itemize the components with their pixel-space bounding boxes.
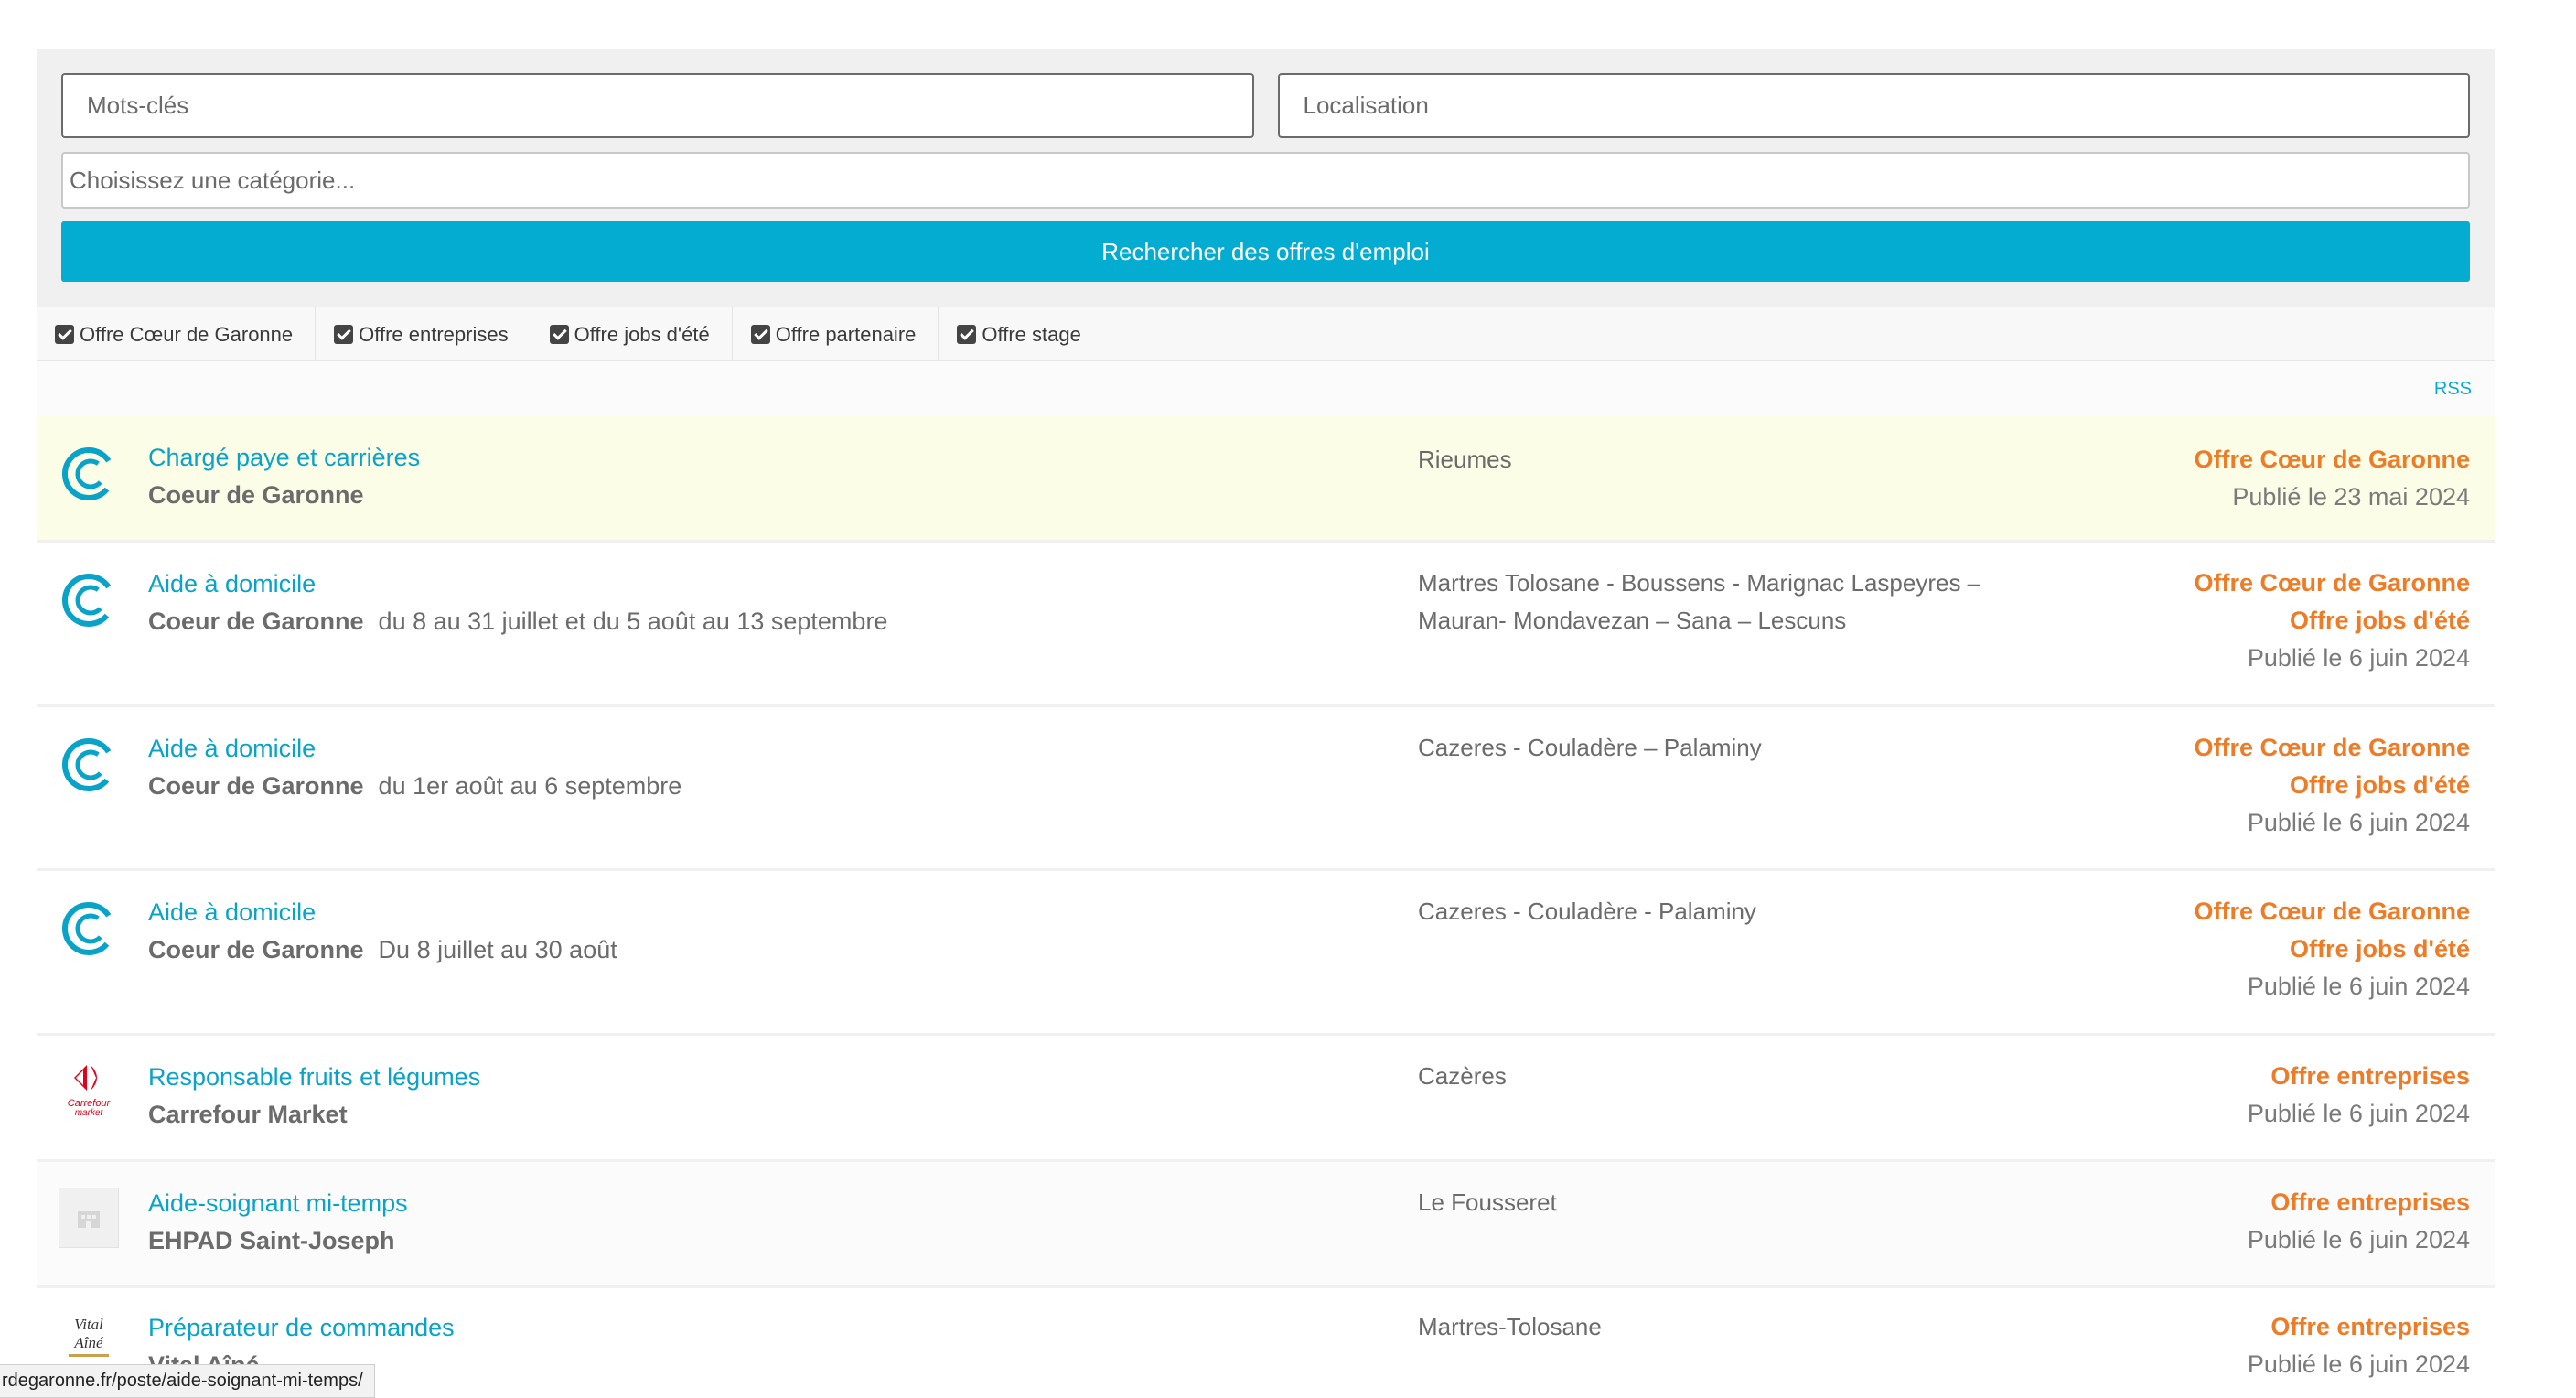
job-meta: Offre Cœur de Garonne Offre jobs d'été P… [2194, 565, 2470, 677]
carrefour-market-logo: Carrefour market [59, 1061, 119, 1122]
job-company: Carrefour Market [148, 1101, 348, 1128]
job-type-label: Offre jobs d'été [2290, 771, 2470, 799]
job-meta: Offre Cœur de Garonne Offre jobs d'été P… [2194, 893, 2470, 1005]
job-meta: Offre entreprises Publié le 6 juin 2024 [2248, 1058, 2470, 1133]
job-type-label: Offre Cœur de Garonne [2194, 898, 2470, 925]
job-location: Le Fousseret [1418, 1188, 1557, 1216]
job-title[interactable]: Aide à domicile [148, 735, 316, 763]
filter-coeur-de-garonne[interactable]: Offre Cœur de Garonne [37, 307, 317, 361]
job-title[interactable]: Aide à domicile [148, 570, 316, 598]
job-location: Cazeres - Couladère - Palaminy [1418, 898, 1756, 925]
job-company: Coeur de Garonne [148, 481, 364, 509]
search-panel: Choisissez une catégorie... Rechercher d… [37, 49, 2496, 307]
filter-partenaire[interactable]: Offre partenaire [733, 307, 939, 361]
job-company: Coeur de Garonne du 1er août au 6 septemb… [148, 772, 682, 800]
checkbox-checked-icon[interactable] [334, 325, 354, 344]
coeur-de-garonne-logo [62, 574, 115, 627]
job-listing[interactable]: Aide à domicile Coeur de Garonne du 8 au … [37, 543, 2496, 707]
job-location: Martres-Tolosane [1418, 1313, 1602, 1340]
checkbox-checked-icon[interactable] [55, 325, 74, 344]
job-location: Cazères [1418, 1062, 1507, 1090]
job-date: Publié le 6 juin 2024 [2247, 973, 2470, 1000]
rss-link[interactable]: RSS [2434, 379, 2472, 400]
job-date: Publié le 23 mai 2024 [2232, 483, 2470, 511]
logo-underline [69, 1354, 109, 1357]
filter-jobs-ete[interactable]: Offre jobs d'été [531, 307, 733, 361]
job-date: Publié le 6 juin 2024 [2247, 1350, 2470, 1378]
job-type-filters: Offre Cœur de Garonne Offre entreprises … [37, 307, 2496, 361]
checkbox-checked-icon[interactable] [957, 325, 977, 344]
job-company: EHPAD Saint-Joseph [148, 1227, 395, 1254]
market-logo-text: market [74, 1108, 103, 1118]
checkbox-checked-icon[interactable] [549, 325, 569, 344]
job-date: Publié le 6 juin 2024 [2247, 1100, 2470, 1127]
checkbox-checked-icon[interactable] [750, 325, 770, 344]
job-type-label: Offre Cœur de Garonne [2194, 569, 2470, 597]
job-title[interactable]: Préparateur de commandes [148, 1314, 455, 1342]
building-icon [78, 1211, 100, 1228]
rss-bar: RSS [37, 361, 2496, 416]
job-listing[interactable]: Vital Aîné Préparateur de commandes Vita… [37, 1288, 2496, 1398]
job-date: Publié le 6 juin 2024 [2247, 809, 2470, 836]
job-board: Choisissez une catégorie... Rechercher d… [37, 49, 2496, 1398]
search-jobs-button[interactable]: Rechercher des offres d'emploi [61, 221, 2470, 282]
job-company: Coeur de Garonne du 8 au 31 juillet et du… [148, 608, 888, 635]
job-location: Rieumes [1418, 446, 1512, 473]
job-date: Publié le 6 juin 2024 [2247, 1226, 2470, 1253]
job-title[interactable]: Responsable fruits et légumes [148, 1063, 480, 1092]
category-select[interactable]: Choisissez une catégorie... [61, 152, 2470, 209]
job-meta: Offre entreprises Publié le 6 juin 2024 [2248, 1184, 2470, 1259]
job-type-label: Offre entreprises [2270, 1188, 2470, 1216]
job-title[interactable]: Aide-soignant mi-temps [148, 1189, 408, 1218]
job-type-label: Offre jobs d'été [2290, 935, 2470, 962]
coeur-de-garonne-logo [62, 447, 115, 500]
job-meta: Offre Cœur de Garonne Publié le 23 mai 2… [2194, 441, 2470, 516]
filter-stage[interactable]: Offre stage [939, 307, 1102, 361]
job-meta: Offre Cœur de Garonne Offre jobs d'été P… [2194, 729, 2470, 842]
filter-entreprises[interactable]: Offre entreprises [316, 307, 531, 361]
job-period: du 8 au 31 juillet et du 5 août au 13 se… [378, 608, 888, 635]
job-title[interactable]: Aide à domicile [148, 898, 316, 927]
job-type-label: Offre entreprises [2270, 1062, 2470, 1090]
job-location: Cazeres - Couladère – Palaminy [1418, 734, 1762, 761]
job-listing[interactable]: Chargé paye et carrières Coeur de Garonn… [37, 416, 2496, 543]
job-listing[interactable]: Aide à domicile Coeur de Garonne du 1er a… [37, 707, 2496, 871]
job-type-label: Offre Cœur de Garonne [2194, 734, 2470, 761]
job-period: du 1er août au 6 septembre [378, 772, 682, 800]
job-type-label: Offre entreprises [2270, 1313, 2470, 1340]
job-listing[interactable]: Carrefour market Responsable fruits et l… [37, 1036, 2496, 1162]
keywords-input[interactable] [61, 73, 1254, 138]
job-listing[interactable]: Aide à domicile Coeur de Garonne Du 8 jui… [37, 871, 2496, 1036]
job-type-label: Offre jobs d'été [2290, 607, 2470, 634]
coeur-de-garonne-logo [62, 902, 115, 955]
job-title[interactable]: Chargé paye et carrières [148, 444, 420, 472]
location-input[interactable] [1277, 73, 2470, 138]
browser-status-bar: rdegaronne.fr/poste/aide-soignant-mi-tem… [0, 1364, 375, 1398]
job-meta: Offre entreprises Publié le 6 juin 2024 [2248, 1308, 2470, 1383]
job-type-label: Offre Cœur de Garonne [2194, 446, 2470, 473]
job-date: Publié le 6 juin 2024 [2247, 644, 2470, 672]
carrefour-icon [74, 1065, 97, 1091]
job-company: Coeur de Garonne Du 8 juillet au 30 août [148, 936, 617, 963]
job-location: Martres Tolosane - Boussens - Marignac L… [1418, 569, 1981, 634]
coeur-de-garonne-logo [62, 738, 115, 791]
job-listing[interactable]: Aide-soignant mi-temps EHPAD Saint-Josep… [37, 1162, 2496, 1288]
placeholder-logo [59, 1188, 119, 1248]
job-period: Du 8 juillet au 30 août [378, 936, 617, 963]
vital-logo-text: Vital Aîné [74, 1316, 103, 1351]
